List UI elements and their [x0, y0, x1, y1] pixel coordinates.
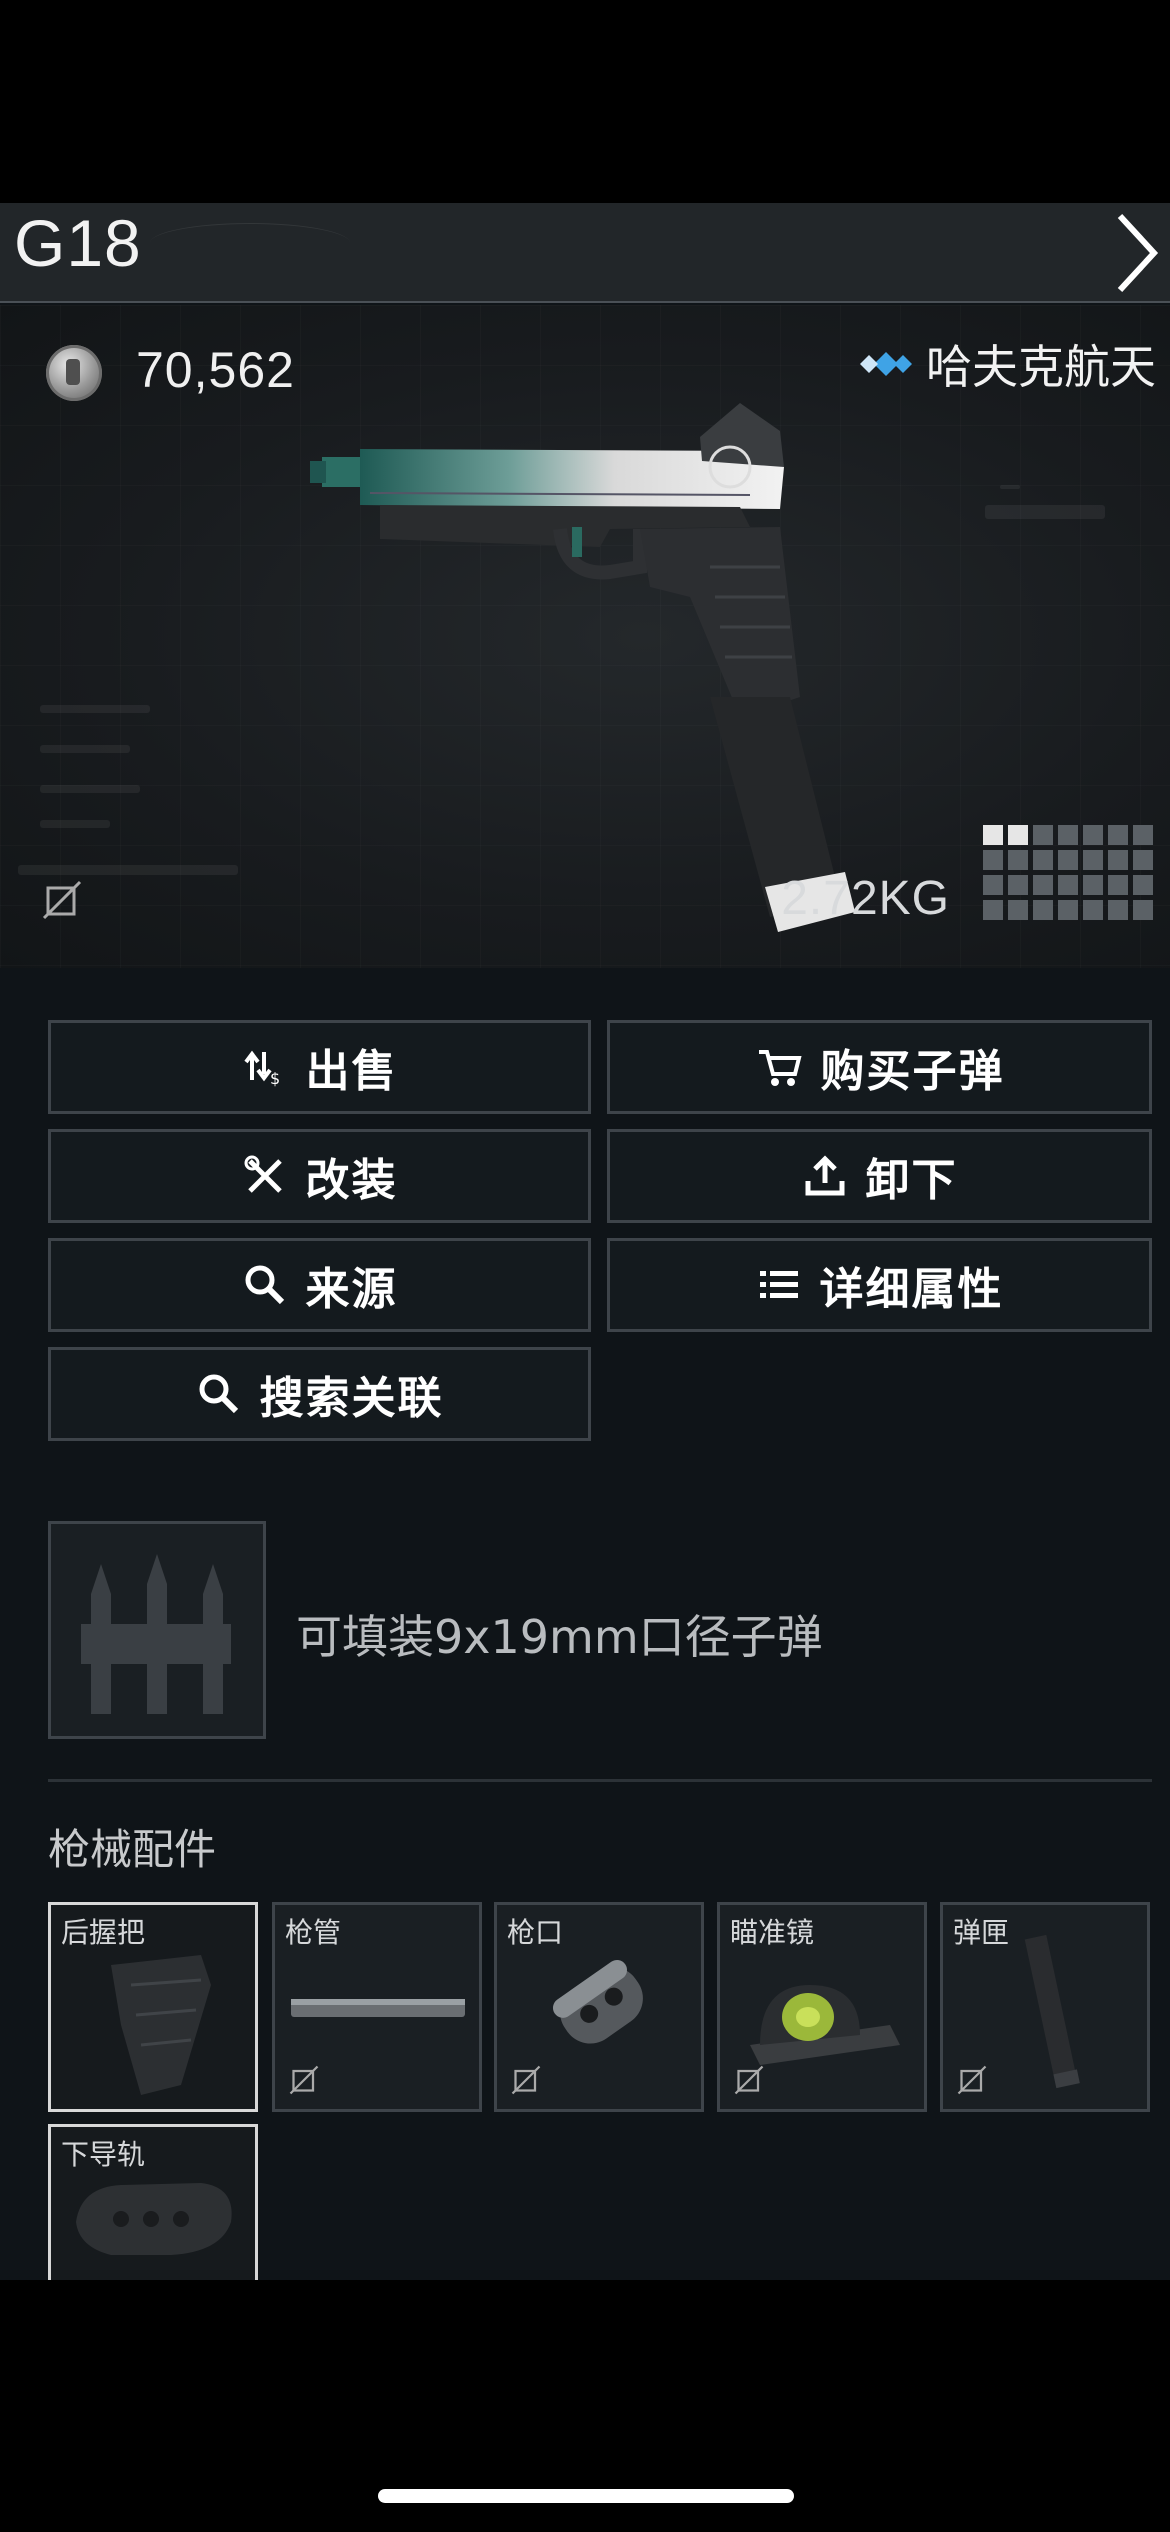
sell-button[interactable]: $ 出售: [48, 1020, 591, 1114]
item-weight: 2.72KG: [781, 872, 950, 925]
bullets-icon: [81, 1554, 231, 1714]
ammo-type-icon-box: [48, 1521, 266, 1739]
attachment-slot-lower-rail[interactable]: 下导轨: [48, 2124, 258, 2280]
item-title: G18: [14, 206, 142, 280]
no-trade-icon: [957, 2065, 987, 2095]
buy-ammo-label: 购买子弹: [820, 1046, 1005, 1097]
no-trade-icon: [289, 2065, 319, 2095]
size-grid-cell: [1008, 825, 1028, 845]
diamond-logo-icon: [860, 352, 912, 376]
item-price: 70,562: [136, 342, 295, 398]
size-grid-cell: [1133, 875, 1153, 895]
list-icon: [759, 1271, 798, 1298]
size-grid-cell: [1058, 825, 1078, 845]
chevron-right-icon: [1117, 213, 1159, 293]
details-button[interactable]: 详细属性: [607, 1238, 1152, 1332]
size-grid-cell: [983, 850, 1003, 870]
ammo-compat-text: 可填装9x19mm口径子弹: [296, 1610, 823, 1664]
size-grid-cell: [1133, 850, 1153, 870]
item-detail-panel: G18 70,562 哈夫克航天 2.72KG $ 出售 购买子弹 改装 卸下 …: [0, 203, 1170, 2280]
modify-label: 改装: [305, 1155, 398, 1206]
size-grid-cell: [1008, 850, 1028, 870]
size-grid-cell: [1083, 875, 1103, 895]
size-grid-cell: [1108, 850, 1128, 870]
size-grid-cell: [1058, 900, 1078, 920]
size-grid-cell: [983, 875, 1003, 895]
upload-icon: [805, 1155, 844, 1196]
slot-label: 后握把: [61, 1916, 146, 1949]
size-grid-cell: [1083, 850, 1103, 870]
manufacturer-name: 哈夫克航天: [926, 340, 1156, 394]
size-grid-cell: [1108, 875, 1128, 895]
attachment-slot-optic[interactable]: 瞄准镜: [717, 1902, 927, 2112]
size-grid-cell: [1108, 900, 1128, 920]
size-grid-cell: [1033, 875, 1053, 895]
size-grid-cell: [1033, 900, 1053, 920]
unequip-label: 卸下: [865, 1155, 958, 1206]
cart-icon: [758, 1050, 802, 1086]
source-label: 来源: [305, 1264, 398, 1315]
size-grid-cell: [1058, 850, 1078, 870]
source-button[interactable]: 来源: [48, 1238, 591, 1332]
item-header: G18: [0, 203, 1170, 303]
slot-label: 枪口: [507, 1916, 564, 1949]
size-grid-cell: [1008, 875, 1028, 895]
size-grid-cell: [1133, 900, 1153, 920]
attachment-slot-rear-grip[interactable]: 后握把: [48, 1902, 258, 2112]
search-icon: [199, 1374, 238, 1414]
slot-label: 枪管: [285, 1916, 342, 1949]
sell-icon: $: [243, 1050, 280, 1088]
size-grid-cell: [1133, 825, 1153, 845]
svg-text:$: $: [270, 1069, 280, 1088]
no-trade-icon: [511, 2065, 541, 2095]
sell-label: 出售: [305, 1046, 398, 1097]
size-grid-cell: [1058, 875, 1078, 895]
slot-label: 下导轨: [61, 2138, 146, 2171]
attachment-slot-magazine[interactable]: 弹匣: [940, 1902, 1150, 2112]
home-indicator[interactable]: [378, 2489, 794, 2503]
attachment-slot-barrel[interactable]: 枪管: [272, 1902, 482, 2112]
size-grid-cell: [1083, 825, 1103, 845]
search-icon: [245, 1265, 284, 1305]
no-trade-icon: [734, 2065, 764, 2095]
search-related-button[interactable]: 搜索关联: [48, 1347, 591, 1441]
details-label: 详细属性: [819, 1264, 1004, 1315]
modify-button[interactable]: 改装: [48, 1129, 591, 1223]
size-grid-cell: [1033, 850, 1053, 870]
size-grid-cell: [1083, 900, 1103, 920]
unequip-button[interactable]: 卸下: [607, 1129, 1152, 1223]
size-grid-cell: [1108, 825, 1128, 845]
search-related-label: 搜索关联: [259, 1373, 444, 1424]
slot-label: 弹匣: [953, 1916, 1010, 1949]
slot-label: 瞄准镜: [730, 1916, 815, 1949]
attachment-slot-muzzle[interactable]: 枪口: [494, 1902, 704, 2112]
inventory-size-grid: [983, 825, 1153, 920]
no-trade-icon: [42, 880, 82, 920]
size-grid-cell: [983, 900, 1003, 920]
attachments-title: 枪械配件: [48, 1825, 217, 1874]
item-showcase: 70,562 哈夫克航天 2.72KG: [0, 305, 1170, 968]
close-button[interactable]: [1100, 203, 1170, 303]
manufacturer: 哈夫克航天: [858, 331, 1156, 397]
size-grid-cell: [1008, 900, 1028, 920]
currency-coin-icon: [46, 345, 102, 401]
section-divider: [48, 1779, 1152, 1782]
buy-ammo-button[interactable]: 购买子弹: [607, 1020, 1152, 1114]
size-grid-cell: [983, 825, 1003, 845]
size-grid-cell: [1033, 825, 1053, 845]
tools-icon: [244, 1155, 282, 1193]
